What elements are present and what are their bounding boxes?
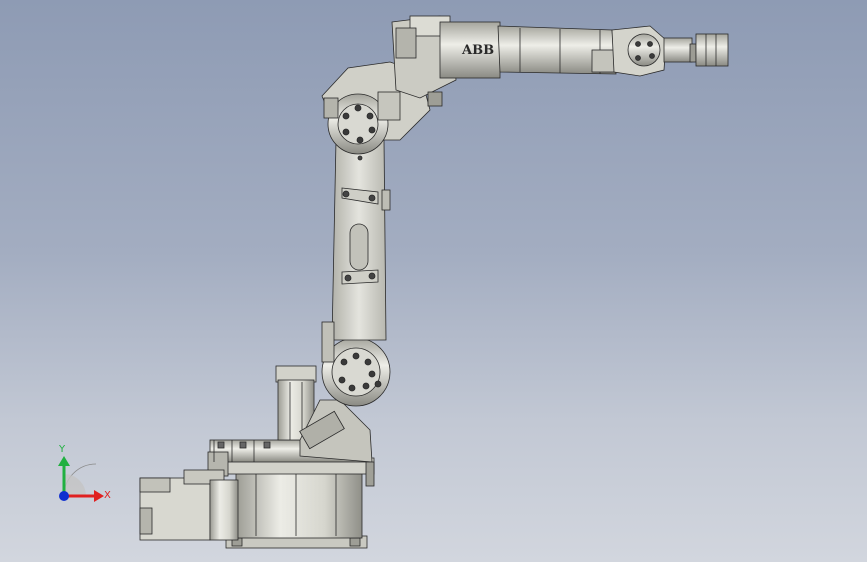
graphics-viewport[interactable]: ABB Y X xyxy=(0,0,867,562)
coordinate-triad: Y X xyxy=(58,444,111,502)
upper-arm-housing: ABB xyxy=(391,15,501,107)
forearm xyxy=(497,25,617,75)
abb-brand-label: ABB xyxy=(461,43,494,58)
x-axis-label: X xyxy=(104,490,111,501)
lower-arm xyxy=(321,139,391,363)
wrist-unit xyxy=(611,25,729,77)
robot-model[interactable]: ABB Y X xyxy=(0,0,867,562)
y-axis-label: Y xyxy=(58,444,66,455)
z-axis-dot xyxy=(59,491,69,501)
connector-box xyxy=(139,469,239,541)
